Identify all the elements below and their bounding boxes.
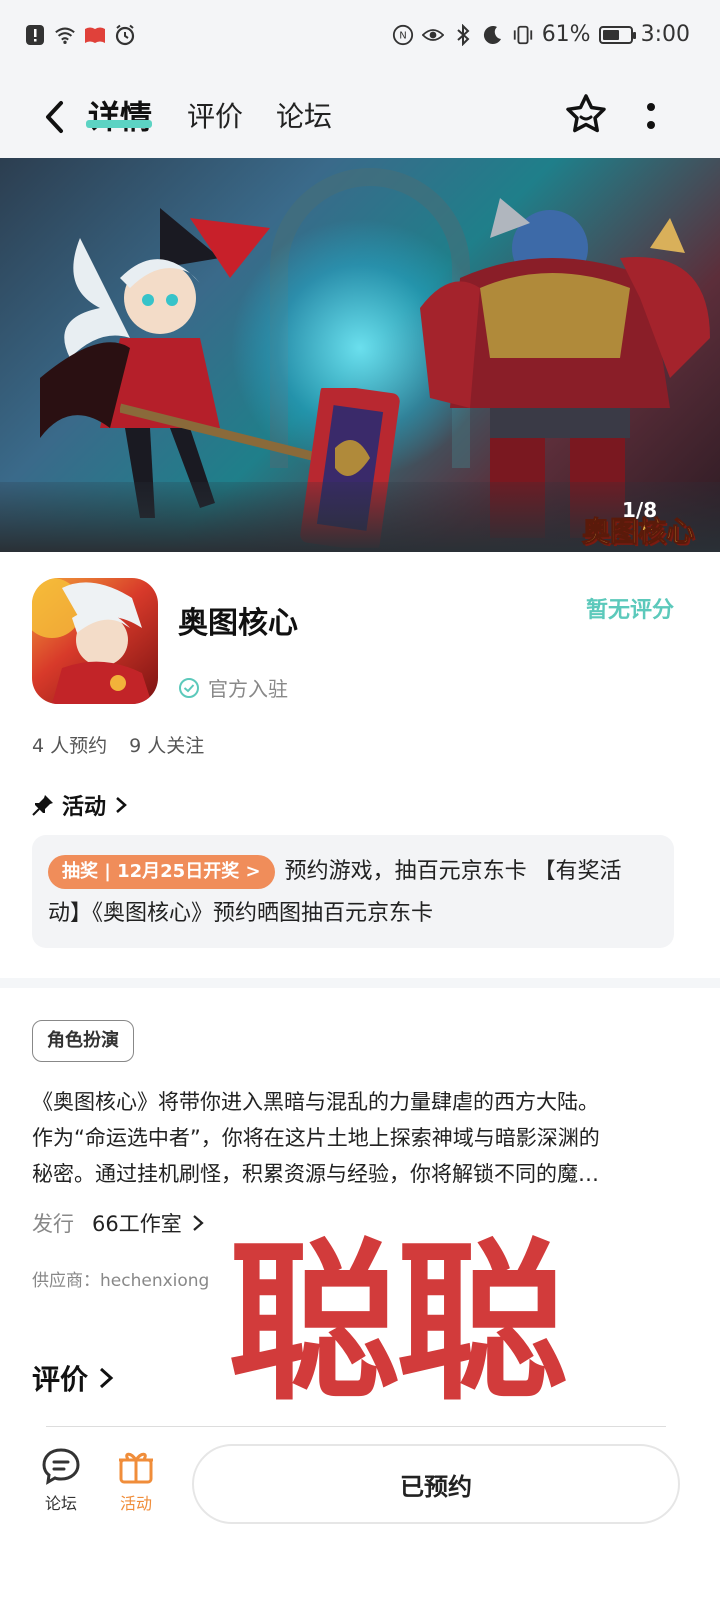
- activity-nav-button[interactable]: 活动: [106, 1446, 166, 1514]
- battery-percent: 61%: [541, 22, 591, 47]
- genre-tag[interactable]: 角色扮演: [32, 1020, 134, 1062]
- publisher-name: 66工作室: [92, 1212, 182, 1236]
- section-divider: [0, 978, 720, 988]
- chevron-right-icon: [100, 1367, 114, 1389]
- forum-nav-button[interactable]: 论坛: [31, 1446, 91, 1514]
- nfc-icon: N: [392, 24, 414, 46]
- bluetooth-icon: [452, 23, 474, 46]
- app-name: 奥图核心: [178, 606, 298, 641]
- gift-icon: [119, 1452, 153, 1484]
- bottom-action-bar: 论坛 活动 已预约: [0, 1426, 720, 1600]
- banner-page-counter: 1/8: [622, 498, 658, 522]
- activity-text-line2: 动】《奥图核心》预约晒图抽百元京东卡: [48, 901, 434, 926]
- battery-icon: [598, 25, 636, 44]
- publisher-label: 发行: [32, 1212, 74, 1236]
- svg-text:N: N: [399, 30, 407, 41]
- pin-icon: [32, 795, 53, 816]
- description-line: 《奥图核心》将带你进入黑暗与混乱的力量肆虐的西方大陆。: [32, 1090, 599, 1114]
- favorite-button[interactable]: [562, 90, 610, 138]
- lottery-badge[interactable]: 抽奖 | 12月25日开奖 >: [48, 855, 275, 889]
- official-label: 官方入驻: [208, 677, 288, 701]
- chevron-right-icon: [116, 797, 127, 813]
- wifi-icon: [54, 24, 76, 46]
- reviews-heading: 评价: [32, 1363, 89, 1396]
- eye-icon: [421, 24, 444, 46]
- official-badge: 官方入驻: [178, 673, 288, 702]
- bottom-bar-divider: [46, 1426, 666, 1427]
- status-left-icons: [24, 24, 136, 46]
- rating-status: 暂无评分: [585, 598, 674, 623]
- more-dot-icon: [647, 103, 655, 111]
- app-icon: [32, 578, 158, 704]
- watermark-text: 聪聪: [228, 1223, 568, 1424]
- verified-check-icon: [179, 677, 199, 698]
- moon-icon: [482, 24, 504, 46]
- activity-nav-label: 活动: [119, 1494, 152, 1513]
- status-right-icons: N 61% 3:00: [392, 22, 690, 47]
- description-line: 作为“命运选中者”，你将在这片土地上探索神域与暗影深渊的: [32, 1126, 600, 1150]
- back-chevron-icon: [46, 101, 63, 133]
- reservation-count: 4 人预约: [32, 735, 108, 757]
- book-icon: [84, 24, 106, 46]
- more-dot-icon: [647, 121, 655, 129]
- status-bar: N 61% 3:00: [0, 0, 720, 78]
- reserved-button[interactable]: 已预约: [192, 1444, 680, 1524]
- star-icon: [566, 94, 606, 133]
- description-line: 秘密。通过挂机刷怪，积累资源与经验，你将解锁不同的魔…: [32, 1162, 599, 1186]
- battery-level: [602, 29, 619, 40]
- tab-details[interactable]: 详情: [88, 92, 152, 142]
- app-stats: 4 人预约 9 人关注: [32, 731, 204, 758]
- clock: 3:00: [640, 22, 690, 47]
- alert-icon: [24, 24, 46, 46]
- publisher-link[interactable]: 发行 66工作室: [32, 1208, 204, 1238]
- follower-count: 9 人关注: [129, 735, 205, 757]
- back-button[interactable]: [34, 92, 74, 142]
- supplier-info: 供应商：hechenxiong: [32, 1271, 210, 1291]
- activity-card[interactable]: 抽奖 | 12月25日开奖 > 预约游戏，抽百元京东卡 【有奖活 动】《奥图核心》…: [32, 835, 674, 948]
- top-nav: 详情 评价 论坛: [0, 78, 720, 158]
- more-options-button[interactable]: [636, 92, 666, 140]
- activity-section-link[interactable]: 活动: [32, 789, 128, 821]
- activity-heading: 活动: [62, 795, 107, 820]
- app-icon-character: [32, 578, 152, 704]
- game-description[interactable]: 《奥图核心》将带你进入黑暗与混乱的力量肆虐的西方大陆。 作为“命运选中者”，你将…: [32, 1084, 674, 1192]
- forum-nav-label: 论坛: [44, 1494, 77, 1513]
- game-banner-carousel[interactable]: 奥图核心 1/8: [0, 158, 720, 552]
- active-tab-indicator: [86, 120, 152, 128]
- forum-chat-icon: [42, 1448, 80, 1485]
- chevron-right-icon: [193, 1215, 204, 1231]
- tab-forum[interactable]: 论坛: [276, 92, 332, 142]
- alarm-icon: [114, 24, 136, 46]
- activity-text-line1: 预约游戏，抽百元京东卡 【有奖活: [284, 859, 622, 884]
- tab-reviews[interactable]: 评价: [187, 92, 243, 142]
- vibrate-icon: [512, 24, 534, 46]
- reviews-section-link[interactable]: 评价: [32, 1358, 114, 1398]
